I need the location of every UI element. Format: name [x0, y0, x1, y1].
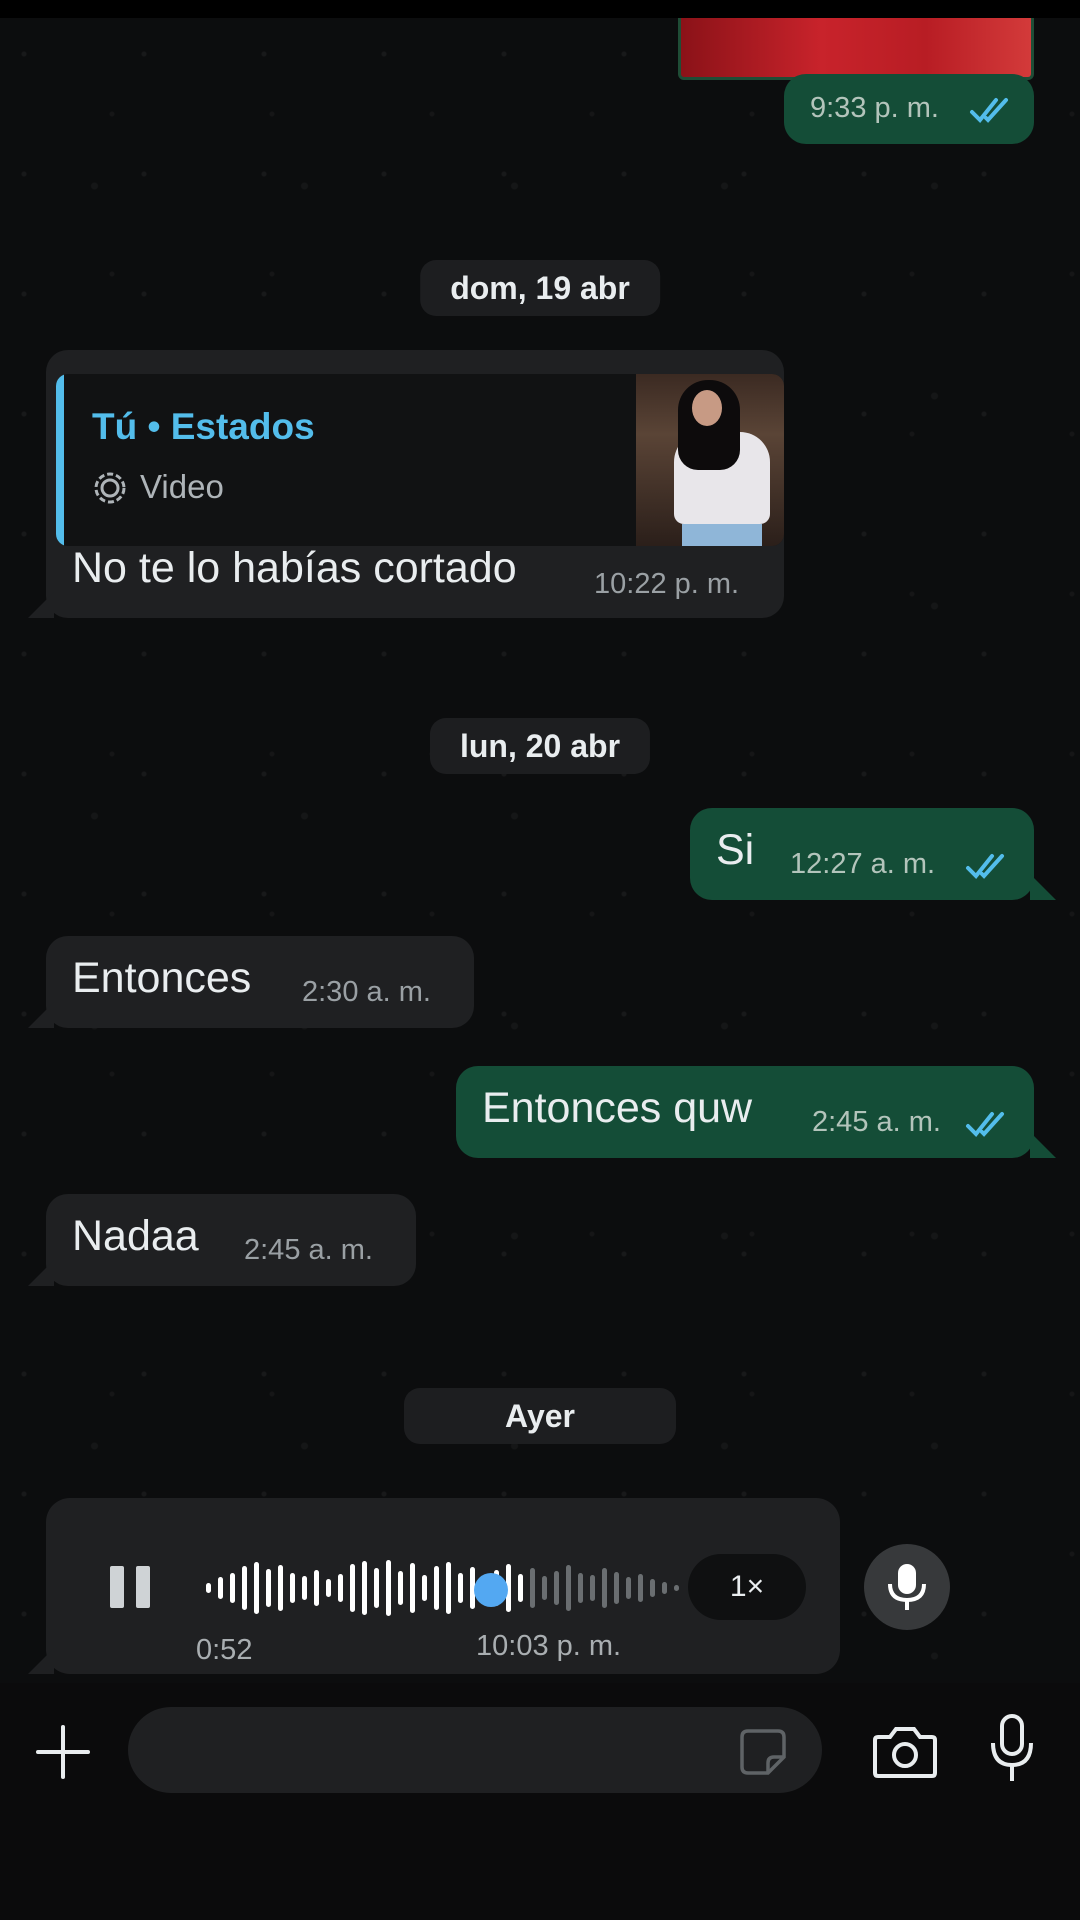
audio-waveform[interactable]	[204, 1558, 684, 1618]
message-text: Entonces quw	[482, 1084, 753, 1132]
message-bubble-outgoing[interactable]: Entonces quw 2:45 a. m.	[456, 1066, 1034, 1158]
voice-duration: 0:52	[196, 1634, 253, 1666]
playback-scrubber[interactable]	[474, 1573, 508, 1607]
status-bar	[0, 0, 1080, 18]
date-separator: Ayer	[404, 1388, 676, 1444]
plus-icon[interactable]	[34, 1723, 92, 1781]
bubble-tail	[1030, 1132, 1056, 1158]
pause-icon[interactable]	[110, 1566, 154, 1608]
date-separator: dom, 19 abr	[420, 260, 660, 316]
microphone-icon[interactable]	[988, 1713, 1036, 1785]
voice-transcribe-button[interactable]	[864, 1544, 950, 1630]
read-ticks-icon	[966, 854, 1004, 879]
read-ticks-icon	[970, 98, 1008, 123]
bubble-tail	[1030, 874, 1056, 900]
message-time: 2:45 a. m.	[244, 1234, 373, 1266]
message-text: Entonces	[72, 954, 252, 1002]
composer-bar	[0, 1683, 1080, 1920]
date-separator: lun, 20 abr	[429, 718, 651, 774]
message-time: 10:03 p. m.	[476, 1630, 622, 1662]
status-thumbnail	[636, 374, 784, 546]
quoted-status[interactable]: Tú • Estados Video	[56, 374, 784, 546]
quote-media-type: Video	[140, 468, 224, 505]
bubble-tail	[28, 1002, 54, 1028]
media-thumbnail[interactable]	[678, 18, 1034, 80]
microphone-icon	[888, 1564, 926, 1610]
bubble-tail	[28, 1648, 54, 1674]
message-bubble-incoming[interactable]: Nadaa 2:45 a. m.	[46, 1194, 416, 1286]
bubble-tail	[28, 592, 54, 618]
status-ring-icon	[94, 472, 126, 504]
message-input[interactable]	[128, 1707, 822, 1793]
message-bubble-incoming[interactable]: Entonces 2:30 a. m.	[46, 936, 474, 1028]
quote-accent-bar	[56, 374, 64, 546]
message-time: 2:45 a. m.	[812, 1106, 941, 1138]
message-time: 9:33 p. m.	[810, 92, 939, 124]
camera-icon[interactable]	[872, 1723, 938, 1779]
chat-area[interactable]: 9:33 p. m. dom, 19 abr Tú • Estados Vide…	[0, 18, 1080, 1683]
message-time: 2:30 a. m.	[302, 976, 431, 1008]
message-bubble-outgoing[interactable]: Si 12:27 a. m.	[690, 808, 1034, 900]
message-time: 10:22 p. m.	[594, 568, 740, 600]
sticker-icon[interactable]	[738, 1727, 788, 1777]
message-text: Nadaa	[72, 1212, 199, 1260]
message-text: No te lo habías cortado	[72, 544, 517, 592]
bubble-tail	[28, 1260, 54, 1286]
playback-speed-button[interactable]: 1×	[688, 1554, 806, 1620]
read-ticks-icon	[966, 1112, 1004, 1137]
quote-author: Tú • Estados	[92, 406, 315, 447]
voice-message-bubble[interactable]: 0:52 10:03 p. m. 1×	[46, 1498, 840, 1674]
message-text: Si	[716, 826, 755, 874]
message-bubble-outgoing[interactable]: 9:33 p. m.	[784, 74, 1034, 144]
message-time: 12:27 a. m.	[790, 848, 936, 880]
